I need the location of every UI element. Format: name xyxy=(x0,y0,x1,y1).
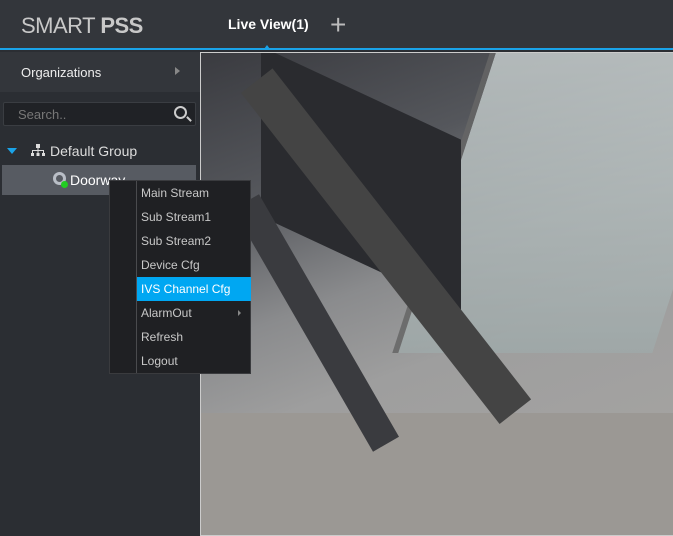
top-bar: SMART PSS Live View(1) + xyxy=(0,0,673,50)
expand-arrow-icon[interactable] xyxy=(7,148,17,154)
add-tab-button[interactable]: + xyxy=(330,11,346,39)
online-status-icon xyxy=(61,181,68,188)
menu-item-label: AlarmOut xyxy=(141,306,192,320)
menu-item-refresh[interactable]: Refresh xyxy=(137,325,251,349)
group-label: Default Group xyxy=(50,143,138,159)
tab-live-view[interactable]: Live View(1) xyxy=(228,16,309,32)
context-menu: Main Stream Sub Stream1 Sub Stream2 Devi… xyxy=(109,180,251,374)
app-logo: SMART PSS xyxy=(21,13,143,39)
tree-group-default[interactable]: Default Group xyxy=(0,140,200,162)
logo-text: SMART xyxy=(21,13,101,38)
submenu-arrow-icon xyxy=(238,310,241,316)
search-placeholder: Search.. xyxy=(18,107,67,122)
menu-item-sub-stream1[interactable]: Sub Stream1 xyxy=(137,205,251,229)
organizations-label: Organizations xyxy=(21,65,102,80)
menu-item-device-cfg[interactable]: Device Cfg xyxy=(137,253,251,277)
org-tree-icon xyxy=(31,144,45,156)
menu-item-main-stream[interactable]: Main Stream xyxy=(137,181,251,205)
menu-item-sub-stream2[interactable]: Sub Stream2 xyxy=(137,229,251,253)
menu-item-alarmout[interactable]: AlarmOut xyxy=(137,301,251,325)
search-icon[interactable] xyxy=(174,106,187,119)
logo-text-bold: PSS xyxy=(100,13,143,38)
video-floor xyxy=(201,413,673,535)
organizations-header[interactable]: Organizations xyxy=(0,52,200,92)
chevron-right-icon xyxy=(175,67,180,75)
menu-item-ivs-channel-cfg[interactable]: IVS Channel Cfg xyxy=(137,277,251,301)
menu-item-logout[interactable]: Logout xyxy=(137,349,251,373)
live-video-pane[interactable] xyxy=(200,52,673,536)
search-input[interactable]: Search.. xyxy=(3,102,196,126)
active-tab-indicator xyxy=(264,45,270,49)
